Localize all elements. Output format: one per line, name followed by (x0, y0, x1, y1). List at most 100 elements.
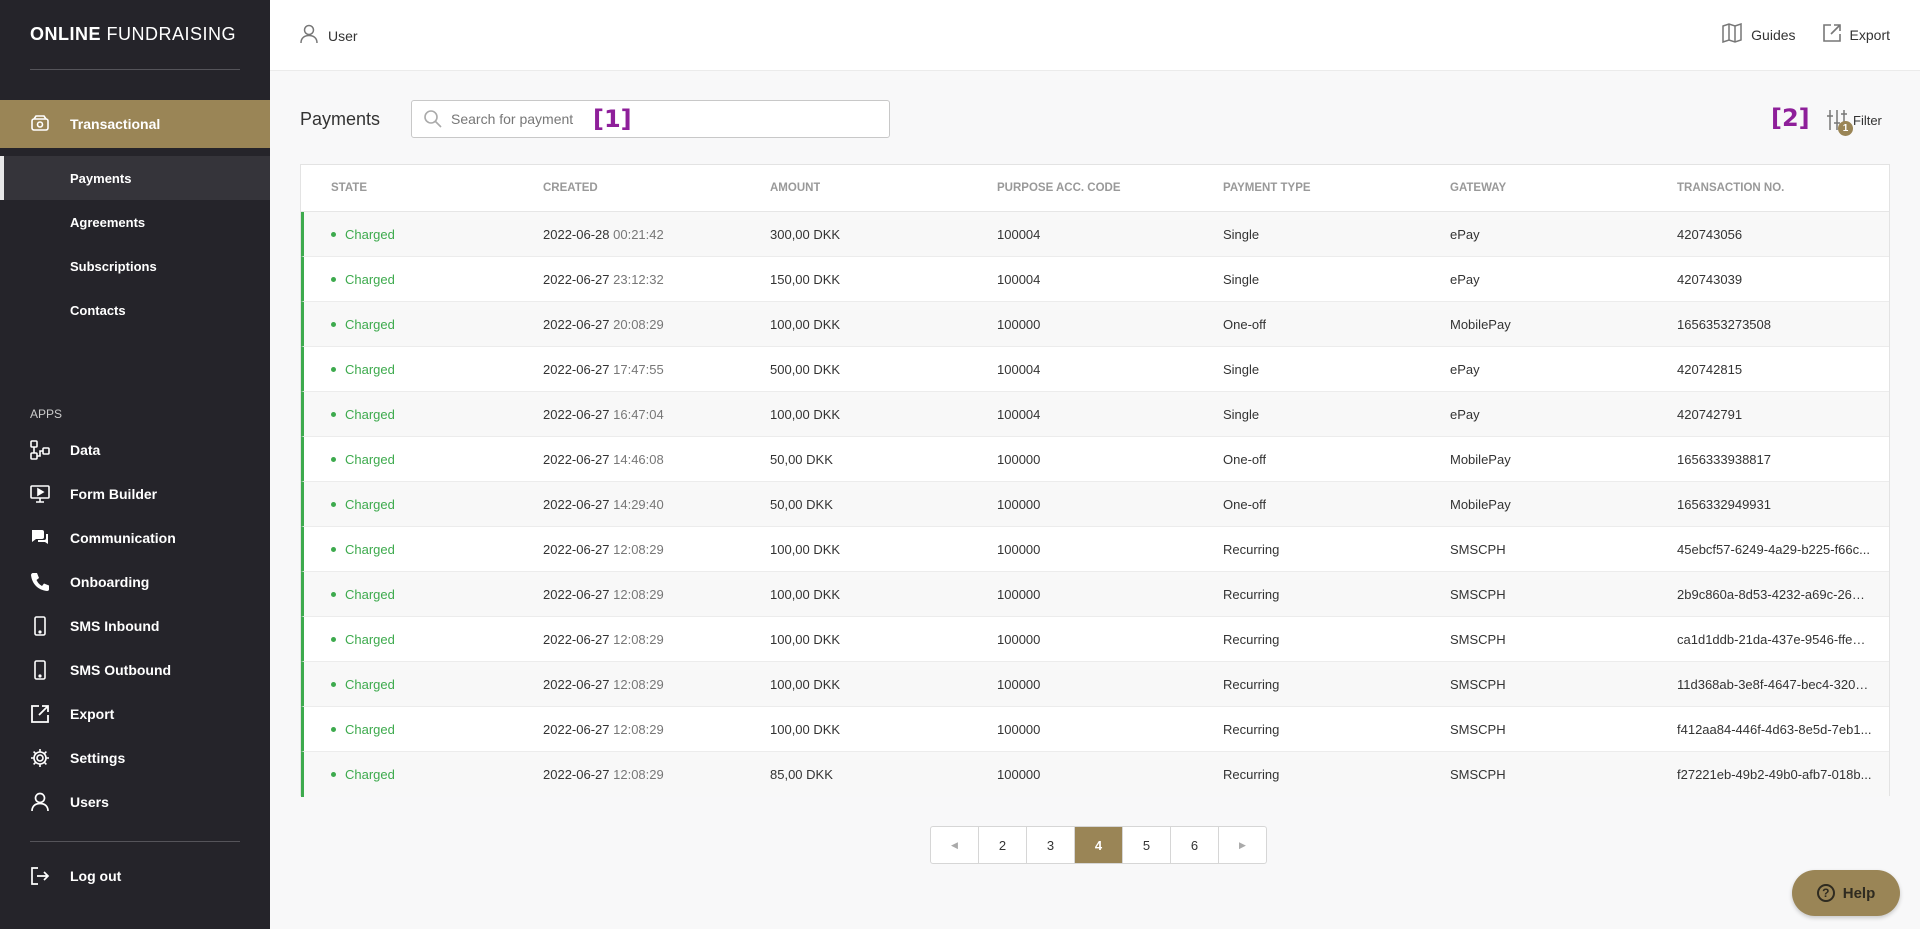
sidebar-item-contacts[interactable]: Contacts (0, 288, 270, 332)
page-button-current[interactable]: 4 (1074, 827, 1122, 863)
help-button[interactable]: ? Help (1792, 870, 1900, 916)
created-value: 2022-06-27 14:29:40 (543, 497, 664, 512)
table-row[interactable]: Charged 2022-06-27 12:08:29 100,00 DKK 1000… (301, 662, 1889, 707)
status-badge: Charged (331, 497, 395, 512)
column-header-state[interactable]: STATE (331, 182, 367, 194)
table-row[interactable]: Charged 2022-06-27 23:12:32 150,00 DKK 1000… (301, 257, 1889, 302)
annotation-marker-2: [2] (1771, 104, 1810, 132)
page-button[interactable]: 6 (1170, 827, 1218, 863)
transaction-no-value: 45ebcf57-6249-4a29-b225-f66c... (1677, 541, 1870, 557)
brand-logo[interactable]: ONLINE FUNDRAISING (30, 24, 236, 45)
payments-table: STATE CREATED AMOUNT PURPOSE ACC. CODE P… (300, 164, 1890, 797)
monitor-play-icon (28, 482, 52, 506)
transaction-no-value: f412aa84-446f-4d63-8e5d-7eb1... (1677, 721, 1872, 737)
filter-button[interactable]: 1 Filter (1825, 108, 1882, 136)
sidebar-item-label: Agreements (70, 214, 146, 230)
column-header-created[interactable]: CREATED (543, 182, 598, 194)
table-row[interactable]: Charged 2022-06-27 12:08:29 100,00 DKK 1000… (301, 707, 1889, 752)
created-date: 2022-06-27 (543, 271, 610, 287)
table-row[interactable]: Charged 2022-06-27 20:08:29 100,00 DKK 1000… (301, 302, 1889, 347)
sidebar-item-export[interactable]: Export (0, 696, 270, 732)
export-button[interactable]: Export (1822, 23, 1890, 46)
type-value: Recurring (1223, 721, 1280, 737)
sidebar-item-sms-inbound[interactable]: SMS Inbound (0, 608, 270, 644)
created-time: 12:08:29 (613, 631, 664, 647)
external-link-icon (1822, 23, 1842, 46)
table-row[interactable]: Charged 2022-06-28 00:21:42 300,00 DKK 1000… (301, 212, 1889, 257)
created-date: 2022-06-27 (543, 676, 610, 692)
phone-icon (28, 570, 52, 594)
gateway-value: MobilePay (1450, 451, 1511, 467)
guides-label: Guides (1751, 26, 1796, 43)
prev-page-button[interactable]: ◀ (931, 827, 978, 863)
sidebar-item-form-builder[interactable]: Form Builder (0, 476, 270, 512)
sidebar-item-agreements[interactable]: Agreements (0, 200, 270, 244)
next-page-button[interactable]: ▶ (1218, 827, 1266, 863)
type-value: Single (1223, 271, 1260, 287)
search-field[interactable]: [1] (411, 100, 890, 138)
sidebar-item-onboarding[interactable]: Onboarding (0, 564, 270, 600)
type-value: Recurring (1223, 676, 1280, 692)
table-row[interactable]: Charged 2022-06-27 14:46:08 50,00 DKK 10000… (301, 437, 1889, 482)
status-dot-icon (331, 231, 336, 237)
amount-value: 100,00 DKK (770, 586, 841, 602)
page-title: Payments (300, 109, 381, 129)
search-input[interactable] (449, 110, 583, 128)
sidebar-item-settings[interactable]: Settings (0, 740, 270, 776)
created-date: 2022-06-27 (543, 316, 610, 332)
sidebar-item-users[interactable]: Users (0, 784, 270, 820)
column-header-purpose-code[interactable]: PURPOSE ACC. CODE (997, 182, 1121, 194)
amount-value: 100,00 DKK (770, 316, 841, 332)
code-value: 100004 (997, 271, 1041, 287)
sidebar-item-payments[interactable]: Payments (0, 156, 270, 200)
created-time: 12:08:29 (613, 767, 664, 782)
transaction-no-value: 2b9c860a-8d53-4232-a69c-261c... (1677, 586, 1872, 602)
code-value: 100000 (997, 676, 1041, 692)
transaction-no-value: 1656353273508 (1677, 316, 1771, 332)
page-button[interactable]: 5 (1122, 827, 1170, 863)
type-value: Single (1223, 406, 1260, 422)
type-value: Single (1223, 226, 1260, 242)
guides-button[interactable]: Guides (1721, 22, 1796, 46)
state-value: Charged (345, 316, 395, 332)
logout-button[interactable]: Log out (0, 858, 270, 894)
sidebar-item-communication[interactable]: Communication (0, 520, 270, 556)
created-value: 2022-06-27 12:08:29 (543, 542, 664, 557)
column-header-transaction-no[interactable]: TRANSACTION NO. (1677, 182, 1784, 194)
table-row[interactable]: Charged 2022-06-27 16:47:04 100,00 DKK 1000… (301, 392, 1889, 437)
sidebar-item-data[interactable]: Data (0, 432, 270, 468)
sidebar-item-label: Contacts (70, 302, 126, 318)
column-header-gateway[interactable]: GATEWAY (1450, 182, 1506, 194)
top-bar: User Guides Export (270, 0, 1920, 71)
status-dot-icon (331, 772, 336, 777)
table-row[interactable]: Charged 2022-06-27 12:08:29 100,00 DKK 1000… (301, 572, 1889, 617)
filter-label: Filter (1853, 112, 1882, 128)
status-badge: Charged (331, 677, 395, 692)
table-row[interactable]: Charged 2022-06-27 14:29:40 50,00 DKK 10000… (301, 482, 1889, 527)
table-row[interactable]: Charged 2022-06-27 12:08:29 85,00 DKK 10000… (301, 752, 1889, 797)
created-time: 00:21:42 (613, 226, 664, 242)
table-row[interactable]: Charged 2022-06-27 12:08:29 100,00 DKK 1000… (301, 527, 1889, 572)
filter-count-badge: 1 (1838, 121, 1853, 136)
table-row[interactable]: Charged 2022-06-27 12:08:29 100,00 DKK 1000… (301, 617, 1889, 662)
created-time: 20:08:29 (613, 316, 664, 332)
table-body: Charged 2022-06-28 00:21:42 300,00 DKK 1000… (301, 212, 1889, 797)
status-badge: Charged (331, 452, 395, 467)
status-dot-icon (331, 276, 336, 282)
gateway-value: SMSCPH (1450, 541, 1506, 557)
nav-transactional[interactable]: Transactional (0, 100, 270, 148)
sidebar-item-subscriptions[interactable]: Subscriptions (0, 244, 270, 288)
page-button[interactable]: 3 (1026, 827, 1074, 863)
page-button[interactable]: 2 (978, 827, 1026, 863)
help-label: Help (1842, 884, 1876, 902)
sidebar-item-label: Users (70, 794, 109, 810)
column-header-amount[interactable]: AMOUNT (770, 182, 820, 194)
column-header-payment-type[interactable]: PAYMENT TYPE (1223, 182, 1311, 194)
type-value: Single (1223, 361, 1260, 377)
table-row[interactable]: Charged 2022-06-27 17:47:55 500,00 DKK 1000… (301, 347, 1889, 392)
sidebar-item-sms-outbound[interactable]: SMS Outbound (0, 652, 270, 688)
user-icon (298, 23, 320, 48)
code-value: 100000 (997, 451, 1041, 467)
type-value: Recurring (1223, 586, 1280, 602)
user-menu[interactable]: User (298, 23, 358, 48)
